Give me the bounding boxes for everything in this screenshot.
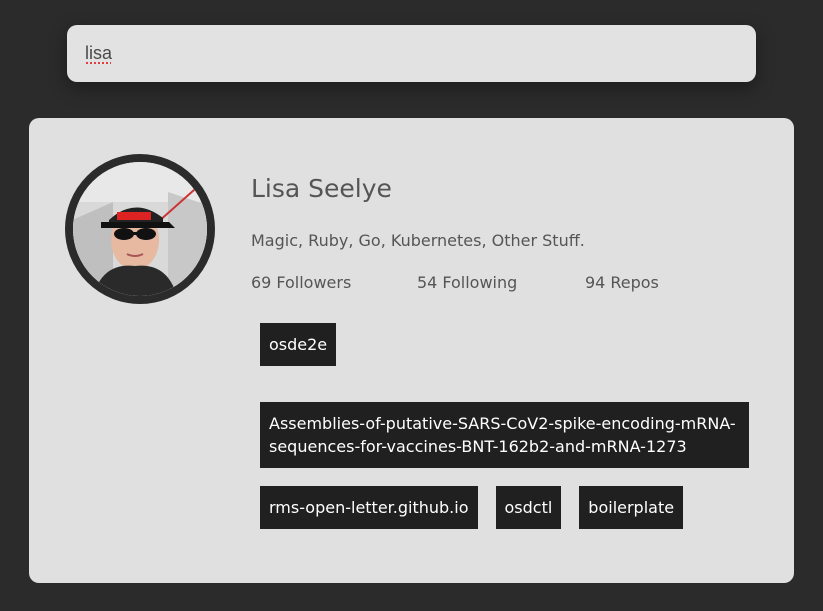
repos-label: Repos [610, 273, 659, 292]
repos-count: 94 [585, 273, 606, 292]
following-label: Following [442, 273, 518, 292]
user-bio: Magic, Ruby, Go, Kubernetes, Other Stuff… [251, 231, 585, 250]
followers-label: Followers [276, 273, 352, 292]
avatar [65, 154, 215, 304]
following-count: 54 [417, 273, 438, 292]
search-input[interactable] [67, 25, 756, 82]
repo-link[interactable]: osde2e [260, 323, 337, 366]
following-stat: 54 Following [417, 273, 517, 292]
followers-stat: 69 Followers [251, 273, 351, 292]
repo-link[interactable]: Assemblies-of-putative-SARS-CoV2-spike-e… [260, 402, 749, 468]
user-avatar-photo-icon [73, 162, 207, 296]
repo-link[interactable]: osdctl [495, 486, 562, 529]
user-profile-card: Lisa Seelye Magic, Ruby, Go, Kubernetes,… [29, 118, 794, 583]
search-box[interactable] [67, 25, 756, 82]
repo-link[interactable]: boilerplate [579, 486, 684, 529]
repo-link[interactable]: rms-open-letter.github.io [260, 486, 478, 529]
repos-stat: 94 Repos [585, 273, 659, 292]
followers-count: 69 [251, 273, 272, 292]
repo-list: osde2e Assemblies-of-putative-SARS-CoV2-… [260, 323, 760, 529]
user-name: Lisa Seelye [251, 174, 392, 203]
spellcheck-underline [85, 62, 111, 65]
